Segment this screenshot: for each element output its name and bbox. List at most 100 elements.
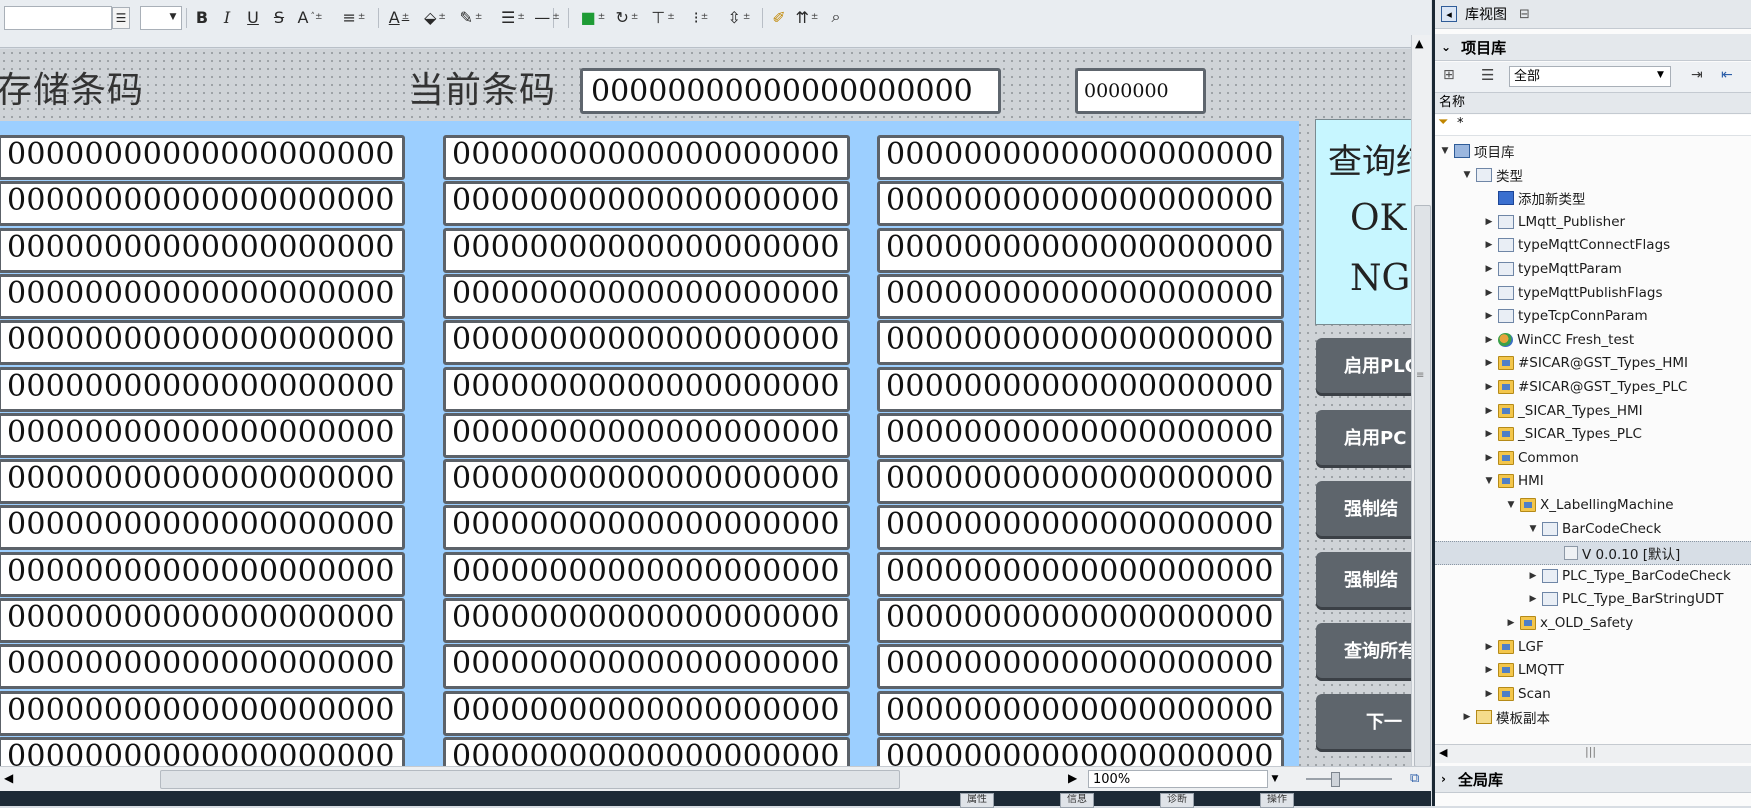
expand-right-icon[interactable]: ▶ (1483, 406, 1495, 416)
chevron-down-icon[interactable]: ▼ (166, 7, 180, 27)
layer-icon[interactable]: ⇳ ± (722, 7, 756, 27)
tree-item[interactable]: ▶ typeMqttParam (1435, 258, 1751, 280)
text-color-icon[interactable]: A ± (384, 7, 414, 27)
rotate-icon[interactable]: ↻ ± (612, 7, 642, 27)
barcode-field[interactable]: 00000000000000000000 (443, 598, 850, 643)
project-library-header[interactable]: ⌄ 项目库 (1435, 34, 1751, 61)
expand-down-icon[interactable]: ▼ (1439, 146, 1451, 156)
line-style-icon[interactable]: — ± (532, 7, 562, 27)
line-width-icon[interactable]: ☰ ± (498, 7, 528, 27)
line-color-icon[interactable]: ✎ ± (456, 7, 486, 27)
tree-item[interactable]: ▶ x_OLD_Safety (1435, 612, 1751, 634)
fit-view-icon[interactable]: ⧉ (1410, 771, 1419, 786)
tree-item[interactable]: ▶ WinCC Fresh_test (1435, 329, 1751, 351)
distribute-icon[interactable]: ⁝ ± (684, 7, 718, 27)
barcode-field[interactable]: 00000000000000000000 (443, 274, 850, 319)
underline-icon[interactable]: U (244, 7, 262, 27)
tree-item[interactable]: ▶ typeMqttPublishFlags (1435, 282, 1751, 304)
barcode-field[interactable]: 00000000000000000000 (443, 135, 850, 180)
library-view-label[interactable]: 库视图 (1465, 4, 1507, 24)
barcode-field[interactable]: 00000000000000000000 (877, 552, 1284, 597)
expand-right-icon[interactable]: ▶ (1483, 642, 1495, 652)
barcode-field[interactable]: 00000000000000000000 (877, 691, 1284, 736)
fill-pattern-icon[interactable]: ■ ± (578, 7, 608, 27)
strikethrough-icon[interactable]: S (270, 7, 288, 27)
expand-right-icon[interactable]: ▶ (1483, 429, 1495, 439)
barcode-field[interactable]: 00000000000000000000 (0, 552, 405, 597)
tree-item[interactable]: ▼ BarCodeCheck (1435, 518, 1751, 540)
tree-item[interactable]: ▶ LGF (1435, 636, 1751, 658)
barcode-field[interactable]: 00000000000000000000 (443, 228, 850, 273)
hscroll-thumb[interactable] (160, 770, 900, 789)
barcode-field[interactable]: 00000000000000000000 (877, 320, 1284, 365)
tree-item[interactable]: ▶ Common (1435, 447, 1751, 469)
library-view-toggle-icon[interactable]: ⊟ (1519, 7, 1530, 22)
barcode-field[interactable]: 00000000000000000000 (0, 181, 405, 226)
expand-right-icon[interactable]: ▶ (1483, 311, 1495, 321)
query-all-button[interactable]: 查询所有 (1316, 623, 1411, 681)
barcode-field[interactable]: 00000000000000000000 (0, 367, 405, 412)
filter-text[interactable]: * (1457, 116, 1464, 131)
tree-item[interactable]: ▶ _SICAR_Types_PLC (1435, 423, 1751, 445)
expand-right-icon[interactable]: ▶ (1483, 382, 1495, 392)
barcode-field[interactable]: 00000000000000000000 (0, 228, 405, 273)
barcode-field[interactable]: 00000000000000000000 (443, 691, 850, 736)
tree-item[interactable]: ▶ LMqtt_Publisher (1435, 211, 1751, 233)
force-result-button-2[interactable]: 强制结 (1316, 552, 1411, 610)
name-column-header[interactable]: 名称 (1435, 92, 1751, 114)
filter-icon[interactable]: ⏷ (1438, 115, 1448, 130)
expand-down-icon[interactable]: ▼ (1461, 170, 1473, 180)
barcode-field[interactable]: 00000000000000000000 (877, 737, 1284, 766)
zoom-select-icon[interactable]: ⌕ (826, 7, 846, 27)
tree-item[interactable]: ▶ PLC_Type_BarStringUDT (1435, 588, 1751, 610)
barcode-field[interactable]: 00000000000000000000 (443, 367, 850, 412)
enable-pc-button[interactable]: 启用PC (1316, 410, 1411, 468)
tree-item[interactable]: ▼ 类型 (1435, 164, 1751, 186)
fill-color-icon[interactable]: ⬙ ± (420, 7, 450, 27)
expand-right-icon[interactable]: ▶ (1483, 358, 1495, 368)
barcode-field[interactable]: 00000000000000000000 (0, 459, 405, 504)
barcode-field[interactable]: 00000000000000000000 (0, 320, 405, 365)
tree-item[interactable]: 添加新类型 (1435, 187, 1751, 209)
tree-item[interactable]: ▶ #SICAR@GST_Types_PLC (1435, 376, 1751, 398)
tree-item[interactable]: ▶ typeMqttConnectFlags (1435, 234, 1751, 256)
barcode-field[interactable]: 00000000000000000000 (443, 505, 850, 550)
tree-item[interactable]: ▼ HMI (1435, 470, 1751, 492)
barcode-field[interactable]: 00000000000000000000 (443, 737, 850, 766)
barcode-field[interactable]: 00000000000000000000 (877, 228, 1284, 273)
zoom-dropdown-icon[interactable]: ▼ (1268, 770, 1282, 788)
open-library-icon[interactable]: ⊞ (1443, 67, 1455, 83)
expand-right-icon[interactable]: ▶ (1483, 335, 1495, 345)
barcode-field[interactable]: 00000000000000000000 (877, 181, 1284, 226)
barcode-field[interactable]: 00000000000000000000 (877, 505, 1284, 550)
bold-icon[interactable]: B (193, 7, 211, 27)
font-size-icon[interactable]: A ˄± (295, 7, 325, 27)
counter-field[interactable]: 0000000 (1075, 68, 1206, 114)
expand-down-icon[interactable]: ▼ (1505, 500, 1517, 510)
filter-dropdown-icon[interactable]: ▼ (1657, 70, 1664, 80)
tree-item[interactable]: ▶ PLC_Type_BarCodeCheck (1435, 565, 1751, 587)
barcode-field[interactable]: 00000000000000000000 (0, 274, 405, 319)
expand-right-icon[interactable]: ▶ (1527, 571, 1539, 581)
tree-item[interactable]: ▶ #SICAR@GST_Types_HMI (1435, 352, 1751, 374)
barcode-field[interactable]: 00000000000000000000 (877, 413, 1284, 458)
zoom-slider-handle[interactable] (1331, 772, 1340, 787)
barcode-field[interactable]: 00000000000000000000 (877, 598, 1284, 643)
vertical-scrollbar[interactable]: ▲ ≡ (1411, 35, 1431, 767)
tree-filter-row[interactable]: ⏷ * (1435, 115, 1751, 136)
barcode-field[interactable]: 00000000000000000000 (443, 552, 850, 597)
barcode-field[interactable]: 00000000000000000000 (443, 459, 850, 504)
tree-item[interactable]: ▶ Scan (1435, 683, 1751, 705)
tree-item[interactable]: ▼ 项目库 (1435, 140, 1751, 162)
library-filter-select[interactable]: 全部 (1509, 66, 1671, 87)
horizontal-scrollbar[interactable]: ◀ ▶ 100% ▼ ⧉ (0, 766, 1431, 791)
barcode-field[interactable]: 00000000000000000000 (877, 459, 1284, 504)
expand-right-icon[interactable]: ▶ (1483, 288, 1495, 298)
expand-right-icon[interactable]: ▶ (1483, 665, 1495, 675)
zoom-select[interactable]: 100% (1088, 770, 1268, 788)
italic-icon[interactable]: I (218, 7, 236, 27)
tree-item[interactable]: V 0.0.10 [默认] (1435, 541, 1751, 565)
tree-item[interactable]: ▶ typeTcpConnParam (1435, 305, 1751, 327)
expand-right-icon[interactable]: ▶ (1483, 453, 1495, 463)
align-icon[interactable]: ≡ ± (336, 7, 372, 27)
